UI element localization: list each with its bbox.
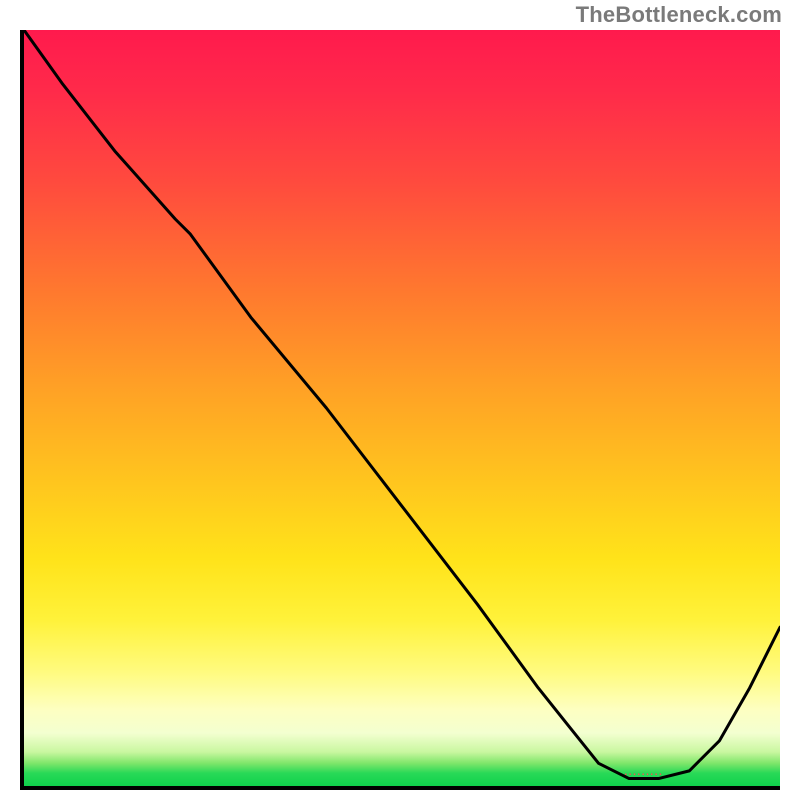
chart-stage: TheBottleneck.com ········· xyxy=(0,0,800,800)
curve-svg xyxy=(24,30,780,786)
watermark-text: TheBottleneck.com xyxy=(576,2,782,28)
plot-area: ········· xyxy=(20,30,780,790)
minimum-marker: ········· xyxy=(624,769,663,780)
bottleneck-curve xyxy=(24,30,780,778)
